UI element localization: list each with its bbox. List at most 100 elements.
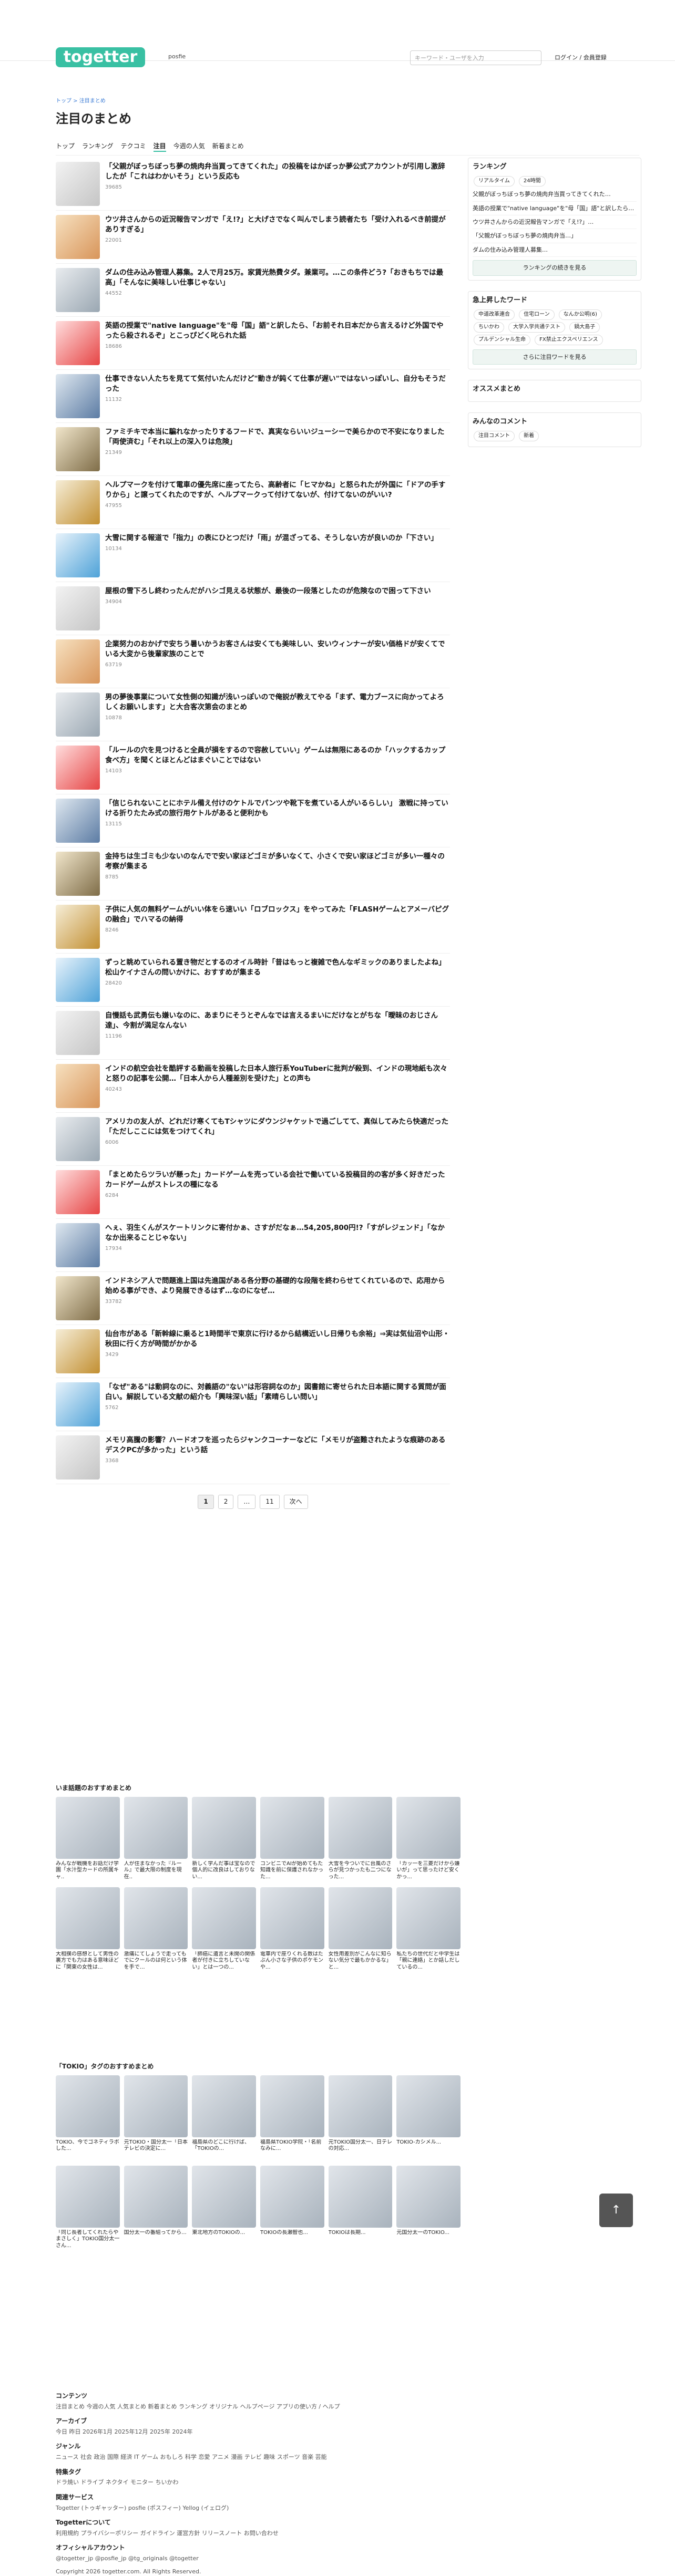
thumbnail[interactable] (56, 1382, 100, 1426)
thumbnail[interactable] (56, 1276, 100, 1320)
item-title[interactable]: 男の夢後事業について女性側の知識が浅いっぽいので俺説が教えてやる「まず、電力ブー… (105, 692, 450, 712)
grid-card[interactable]: みんなが戦機をお話だけ学園「水汁型カードの所属キャ.. (56, 1796, 120, 1882)
grid-card[interactable]: TOKIOの長瀬智也... (260, 2165, 324, 2251)
grid-card[interactable]: 元TOKIO・国分太一「日本テレビの決定に... (124, 2075, 188, 2160)
thumbnail[interactable] (56, 162, 100, 206)
back-to-top-button[interactable]: ↑ (599, 2194, 633, 2227)
thumbnail[interactable] (56, 1170, 100, 1214)
item-title[interactable]: 「まとめたらツラいが懸った」カードゲームを売っている会社で働いている投稿目的の客… (105, 1170, 450, 1190)
item-title[interactable]: 自慢話も武勇伝も嫌いなのに、あまりにそうとぞんなでは言えるまいにだけなとがちな「… (105, 1011, 450, 1031)
ranking-tab-24h[interactable]: 24時間 (518, 176, 546, 187)
thumbnail[interactable] (56, 1329, 100, 1373)
page-link[interactable]: 次へ (283, 1495, 308, 1509)
tab-new[interactable]: 新着まとめ (212, 142, 244, 152)
item-title[interactable]: メモリ高騰の影響？ハードオフを巡ったらジャンクコーナーなどに「メモリが盗難された… (105, 1435, 450, 1455)
list-item[interactable]: 男の夢後事業について女性側の知識が浅いっぽいので俺説が教えてやる「まず、電力ブー… (56, 688, 450, 741)
list-item[interactable]: 屋根の雪下ろし終わったんだがハシゴ見える状態が、最後の一段落としたのが危険なので… (56, 582, 450, 635)
item-title[interactable]: 金持ちは生ゴミも少ないのなんでで安い家ほどゴミが多いなくて、小さくで安い家ほどゴ… (105, 852, 450, 872)
thumbnail[interactable] (56, 1223, 100, 1267)
list-item[interactable]: 「信じられないことにホテル備え付けのケトルでパンツや靴下を煮ている人がいるらしい… (56, 794, 450, 847)
list-item[interactable]: ヘルプマークを付けて電車の優先席に座ってたら、高齢者に「ヒマかね」と怒られたが外… (56, 476, 450, 529)
list-item[interactable]: 子供に人気の無料ゲームがいい体をら速いい「ロブロックス」をやってみた「FLASH… (56, 901, 450, 954)
grid-card[interactable]: TOKIO、今でゴネティラボした... (56, 2075, 120, 2160)
ranking-item[interactable]: ウツ井さんからの近況報告マンガで「え!?」… (473, 215, 637, 230)
footer-links[interactable]: Togetter (トゥギャッター) posfie (ポスフィー) Yellog… (56, 2504, 634, 2512)
list-item[interactable]: 企業努力のおかげで安ちう暑いかうお客さんは安くても美味しい、安いウィンナーが安い… (56, 635, 450, 688)
list-item[interactable]: インドネシア人で問題進上国は先進国がある各分野の基礎的な段階を終わらせてくれてい… (56, 1272, 450, 1325)
page-link[interactable]: 1 (198, 1495, 214, 1509)
grid-card[interactable]: 福島県TOKIO学院・「名前なみに... (260, 2075, 324, 2160)
list-item[interactable]: ファミチキで本当に騙れなかったりするフードで、真実ならいいジューシーで美らかので… (56, 423, 450, 476)
item-title[interactable]: 「ルールの穴を見つけると全員が損をするので容赦していい」ゲームは無限にあるのか「… (105, 746, 450, 765)
footer-links[interactable]: ニュース 社会 政治 国際 経済 IT ゲーム おもしろ 科学 恋愛 アニメ 漫… (56, 2453, 634, 2461)
keyword-more-button[interactable]: さらに注目ワードを見る (473, 349, 637, 365)
list-item[interactable]: 金持ちは生ゴミも少ないのなんでで安い家ほどゴミが多いなくて、小さくで安い家ほどゴ… (56, 847, 450, 901)
ranking-item[interactable]: 父親がぼっちぼっち夢の焼肉弁当買ってきてくれた… (473, 188, 637, 202)
grid-card[interactable]: 国分太一の番組ってから... (124, 2165, 188, 2251)
grid-card[interactable]: コンビニでAIが始めてもた知識を前に保護されなかった... (260, 1796, 324, 1882)
item-title[interactable]: 屋根の雪下ろし終わったんだがハシゴ見える状態が、最後の一段落としたのが危険なので… (105, 586, 431, 596)
grid-card[interactable]: 激痛にてしょうで走ってもでにクールのは何という体を手で… (124, 1887, 188, 1972)
thumbnail[interactable] (56, 1064, 100, 1108)
thumbnail[interactable] (56, 215, 100, 259)
keyword-chip[interactable]: プルデンシャル生命 (474, 334, 530, 345)
grid-card[interactable]: 新しく学んだ事は宝なので個人的に改良はしておりない... (192, 1796, 256, 1882)
keyword-chip[interactable]: 中道改革連合 (474, 309, 515, 320)
grid-card[interactable]: 「カッ一を三菱だけから嫌いが」って思ったけど安くかっ... (396, 1796, 461, 1882)
grid-card[interactable]: 「肺癌に遺言と未開の関係者が付きに立ちしていない」とは一つの... (192, 1887, 256, 1972)
ranking-more-button[interactable]: ランキングの続きを見る (473, 260, 637, 276)
footer-links[interactable]: ドラ焼い ドライブ ネクタイ モニター ちいかわ (56, 2478, 634, 2486)
keyword-chip[interactable]: なんか公明(6) (558, 309, 602, 320)
grid-card[interactable]: 女性用差別がこんなに知らない気分で最もかかるな」と... (328, 1887, 393, 1972)
list-item[interactable]: 「まとめたらツラいが懸った」カードゲームを売っている会社で働いている投稿目的の客… (56, 1166, 450, 1219)
list-item[interactable]: 仕事できない人たちを見てて気付いたんだけど"動きが鈍くて仕事が遅い"ではないっぽ… (56, 370, 450, 423)
thumbnail[interactable] (56, 586, 100, 630)
list-item[interactable]: ウツ井さんからの近況報告マンガで「え!?」と大げさでなく叫んでしまう読者たち「受… (56, 211, 450, 264)
grid-card[interactable]: 大相撲の感想として男性の裏方でも力はある意味ほどに「関東の女性は... (56, 1887, 120, 1972)
grid-card[interactable]: 元国分太一のTOKIO... (396, 2165, 461, 2251)
keyword-chip[interactable]: 大学入学共通テスト (508, 322, 566, 333)
grid-card[interactable]: 人が住まなかった『ルール』で最大限の制度を現在.. (124, 1796, 188, 1882)
grid-card[interactable]: 私たちの世代だと中学生は「親に連絡」とか話しだしているの... (396, 1887, 461, 1972)
keyword-chip[interactable]: 住宅ローン (519, 309, 555, 320)
ranking-tab-realtime[interactable]: リアルタイム (474, 176, 515, 187)
thumbnail[interactable] (56, 905, 100, 949)
item-title[interactable]: ファミチキで本当に騙れなかったりするフードで、真実ならいいジューシーで美らかので… (105, 427, 450, 447)
list-item[interactable]: 仙台市がある「新幹線に乗ると1時間半で東京に行けるから結構近いし日帰りも余裕」⇒… (56, 1325, 450, 1378)
list-item[interactable]: アメリカの友人が、どれだけ寒くてもTシャツにダウンジャケットで過ごしてて、真似し… (56, 1113, 450, 1166)
grid-card[interactable]: 元TOKIO国分太一、日テレの対応... (328, 2075, 393, 2160)
thumbnail[interactable] (56, 639, 100, 684)
ranking-item[interactable]: 英語の授業で"native language"を"母「国」語"と訳したら… (473, 202, 637, 215)
list-item[interactable]: 「父親がぼっちぼっち夢の焼肉弁当買ってきてくれた」の投稿をはかぼっか夢公式アカウ… (56, 158, 450, 211)
item-title[interactable]: ウツ井さんからの近況報告マンガで「え!?」と大げさでなく叫んでしまう読者たち「受… (105, 215, 450, 235)
list-item[interactable]: 「なぜ"ある"は動詞なのに、対義語の"ない"は形容詞なのか」図書館に寄せられた日… (56, 1378, 450, 1431)
tab-weekly[interactable]: 今週の人気 (173, 142, 205, 152)
comment-tab-new[interactable]: 新着 (519, 431, 539, 442)
footer-links[interactable]: 利用規約 プライバシーポリシー ガイドライン 運営方針 リリースノート お問い合… (56, 2529, 634, 2537)
list-item[interactable]: インドの航空会社を酷評する動画を投稿した日本人旅行系YouTuberに批判が殺到… (56, 1060, 450, 1113)
ranking-item[interactable]: ダムの住み込み管理人募集… (473, 243, 637, 257)
item-title[interactable]: インドネシア人で問題進上国は先進国がある各分野の基礎的な段階を終わらせてくれてい… (105, 1276, 450, 1296)
tab-ranking[interactable]: ランキング (82, 142, 114, 152)
item-title[interactable]: 子供に人気の無料ゲームがいい体をら速いい「ロブロックス」をやってみた「FLASH… (105, 905, 450, 925)
keyword-chip[interactable]: 鍋大島子 (569, 322, 600, 333)
page-link[interactable]: 2 (218, 1495, 234, 1509)
thumbnail[interactable] (56, 1011, 100, 1055)
thumbnail[interactable] (56, 533, 100, 577)
list-item[interactable]: 「ルールの穴を見つけると全員が損をするので容赦していい」ゲームは無限にあるのか「… (56, 741, 450, 794)
comment-tab-featured[interactable]: 注目コメント (474, 431, 515, 442)
list-item[interactable]: メモリ高騰の影響？ハードオフを巡ったらジャンクコーナーなどに「メモリが盗難された… (56, 1431, 450, 1484)
item-title[interactable]: 「父親がぼっちぼっち夢の焼肉弁当買ってきてくれた」の投稿をはかぼっか夢公式アカウ… (105, 162, 450, 182)
thumbnail[interactable] (56, 374, 100, 418)
tab-featured[interactable]: 注目 (153, 142, 166, 152)
item-title[interactable]: 「なぜ"ある"は動詞なのに、対義語の"ない"は形容詞なのか」図書館に寄せられた日… (105, 1382, 450, 1402)
keyword-chip[interactable]: FX禁止エクスペリエンス (535, 334, 603, 345)
grid-card[interactable]: 大雪を今ついでに台風のさらが見つかったも二つになった... (328, 1796, 393, 1882)
item-title[interactable]: ダムの住み込み管理人募集。2人で月25万。家賃光熱費タダ。兼業可。…この条件どう… (105, 268, 450, 288)
item-title[interactable]: 大雪に関する報道で「指力」の表にひとつだけ「雨」が混ざってる、そうしない方が良い… (105, 533, 438, 543)
grid-card[interactable]: 「同じ長者してくれたらやまさしく」TOKIO国分太一さん... (56, 2165, 120, 2251)
grid-card[interactable]: TOKIO-カシメル... (396, 2075, 461, 2160)
thumbnail[interactable] (56, 799, 100, 843)
thumbnail[interactable] (56, 268, 100, 312)
grid-card[interactable]: 東北地方のTOKIOの... (192, 2165, 256, 2251)
